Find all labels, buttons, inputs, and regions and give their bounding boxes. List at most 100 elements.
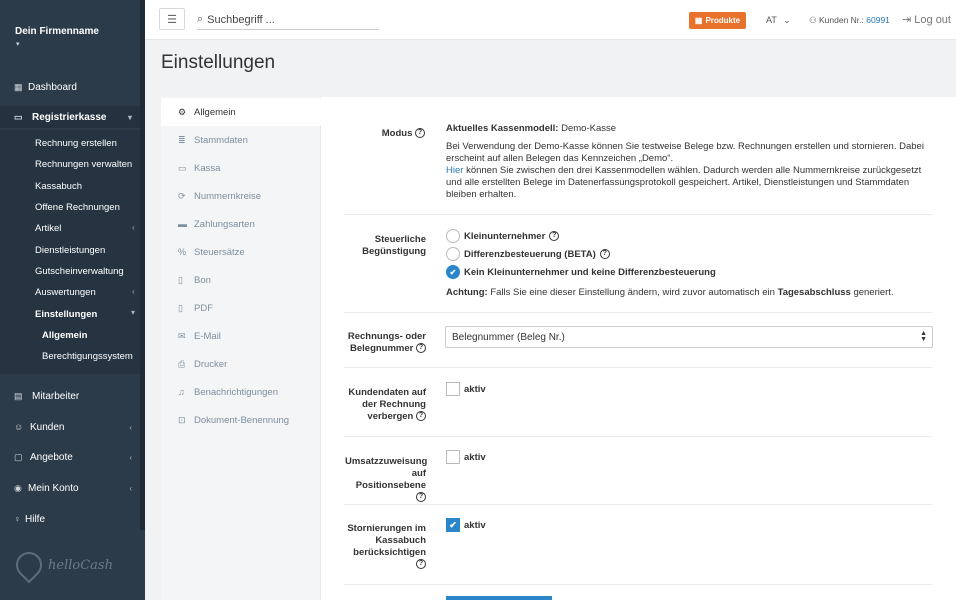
umsatz-checkbox[interactable]: aktiv [446,450,486,464]
help-icon[interactable]: ? [415,128,425,139]
tab-kassa[interactable]: ▭ Kassa [161,154,321,182]
warning-end: generiert. [853,287,894,298]
tab-nummernkreise[interactable]: ⟳ Nummernkreise [161,182,321,210]
help-icon[interactable]: ? [416,559,426,570]
logout-button[interactable]: ⇥ Log out [902,13,951,26]
tab-stammdaten[interactable]: ≣ Stammdaten [161,126,321,154]
search-bar: ⌕ [197,10,379,30]
help-icon[interactable]: ? [549,231,560,241]
tab-steuersaetze[interactable]: % Steuersätze [161,238,321,266]
radio-button[interactable] [446,247,460,261]
sidebar-item-registrierkasse[interactable]: ▭ Registrierkasse ▾ [0,106,140,128]
sidebar-item-angebote[interactable]: ▢ Angebote ‹ [0,446,140,468]
tab-allgemein[interactable]: ⚙ Allgemein [161,98,322,126]
sidebar-sub-offene-rechnungen[interactable]: Offene Rechnungen [35,202,120,213]
radio-label: Kein Kleinunternehmer und keine Differen… [464,266,716,278]
checkbox[interactable] [446,382,460,396]
sidebar-sub-artikel[interactable]: Artikel [35,223,61,234]
search-input[interactable] [207,13,368,26]
sidebar-sub-rechnung-erstellen[interactable]: Rechnung erstellen [35,138,117,149]
checkbox-label: aktiv [464,451,486,463]
customer-number-value[interactable]: 60991 [866,15,890,25]
tab-zahlungsarten[interactable]: ▬ Zahlungsarten [161,210,321,238]
sidebar-sub-berechtigungssystem[interactable]: Berechtigungssystem [42,351,133,362]
nummer-label-line2: Belegnummer [350,343,414,354]
logout-icon: ⇥ [902,14,912,26]
divider [344,584,932,585]
tab-label: Drucker [194,358,228,370]
checkbox-checked[interactable]: ✔ [446,518,460,532]
kundendaten-label-line1: Kundendaten auf [348,387,426,398]
sidebar-item-kunden[interactable]: ☺ Kunden ‹ [0,416,140,438]
steuer-warning: Achtung: Falls Sie eine dieser Einstellu… [446,287,926,299]
tab-label: PDF [194,302,213,314]
checkbox-label: aktiv [464,383,486,395]
tab-benachrichtigungen[interactable]: ♫ Benachrichtigungen [161,378,321,406]
sidebar-sub-auswertungen[interactable]: Auswertungen [35,287,96,298]
company-caret-icon[interactable]: ▾ [16,40,20,48]
tab-pdf[interactable]: ▯ PDF [161,294,321,322]
hamburger-menu-button[interactable]: ☰ [159,8,185,30]
tab-dokument-benennung[interactable]: ⊡ Dokument-Benennung [161,406,321,434]
sidebar-item-label: Mein Konto [28,482,79,494]
sidebar-item-hilfe[interactable]: ♀ Hilfe [0,508,140,530]
radio-differenzbesteuerung[interactable]: Differenzbesteuerung (BETA) ? [446,247,610,261]
file-pdf-icon: ▯ [178,302,183,313]
refresh-icon: ⟳ [178,190,186,201]
storno-checkbox[interactable]: ✔ aktiv [446,518,486,532]
help-icon[interactable]: ? [599,249,610,259]
steuer-label-line2: Begünstigung [362,246,426,257]
printer-icon: ⎙ [178,358,186,369]
sidebar-sub-kassabuch[interactable]: Kassabuch [35,181,82,192]
sidebar-item-dashboard[interactable]: ▦ Dashboard [0,76,140,98]
kundendaten-checkbox[interactable]: aktiv [446,382,486,396]
divider [344,504,932,505]
belegnummer-select[interactable]: Belegnummer (Beleg Nr.) ▲ ▼ [445,326,933,348]
help-icon[interactable]: ? [416,492,426,503]
tab-label: E-Mail [194,330,221,342]
logout-label: Log out [914,14,951,26]
sidebar-scrollbar[interactable] [140,0,145,530]
file-icon: ▯ [178,274,183,285]
tab-label: Zahlungsarten [194,218,255,230]
sidebar-sub-einstellungen[interactable]: Einstellungen [35,309,97,320]
radio-kein-kleinunternehmer[interactable]: ✔ Kein Kleinunternehmer und keine Differ… [446,265,716,279]
customer-number: ⚇ Kunden Nr.: 60991 [809,15,890,26]
modus-label: Modus ? [345,128,425,140]
sidebar-sub-allgemein[interactable]: Allgemein [42,330,87,341]
modus-description: Bei Verwendung der Demo-Kasse können Sie… [446,141,924,164]
customers-icon: ☺ [14,422,24,432]
language-select[interactable]: AT ⌄ [766,15,791,26]
kundendaten-label: Kundendaten auf der Rechnung verbergen ? [345,387,426,423]
kundendaten-label-line3: verbergen [367,411,414,422]
sidebar-item-mitarbeiter[interactable]: ▤ Mitarbeiter [0,385,140,407]
radio-button[interactable] [446,229,460,243]
modus-change-link[interactable]: Hier [446,165,463,176]
help-icon[interactable]: ? [416,343,426,354]
warning-bold: Tagesabschluss [777,287,851,298]
produkte-button[interactable]: ▦ Produkte [689,12,746,29]
radio-kleinunternehmer[interactable]: Kleinunternehmer ? [446,229,560,243]
help-icon[interactable]: ? [416,411,426,422]
sidebar: Dein Firmenname ▾ ▦ Dashboard ▭ Registri… [0,0,145,600]
select-value: Belegnummer (Beleg Nr.) [452,331,565,343]
radio-button-checked[interactable]: ✔ [446,265,460,279]
search-icon[interactable]: ⌕ [197,13,203,26]
monitor-icon: ▭ [178,162,187,173]
divider [344,367,932,368]
sidebar-sub-dienstleistungen[interactable]: Dienstleistungen [35,245,105,256]
account-icon: ◉ [14,482,22,493]
sidebar-item-mein-konto[interactable]: ◉ Mein Konto ‹ [0,477,140,499]
sidebar-sub-rechnungen-verwalten[interactable]: Rechnungen verwalten [35,159,132,170]
company-name[interactable]: Dein Firmenname [15,26,99,37]
tab-bon[interactable]: ▯ Bon [161,266,321,294]
user-icon: ⚇ [809,15,817,25]
tab-email[interactable]: ✉ E-Mail [161,322,321,350]
tab-drucker[interactable]: ⎙ Drucker [161,350,321,378]
tab-label: Benachrichtigungen [194,386,278,398]
checkbox[interactable] [446,450,460,464]
sidebar-sub-gutscheinverwaltung[interactable]: Gutscheinverwaltung [35,266,124,277]
sidebar-item-label: Angebote [30,451,73,463]
sidebar-item-label: Hilfe [25,513,46,525]
save-button[interactable] [446,596,552,600]
